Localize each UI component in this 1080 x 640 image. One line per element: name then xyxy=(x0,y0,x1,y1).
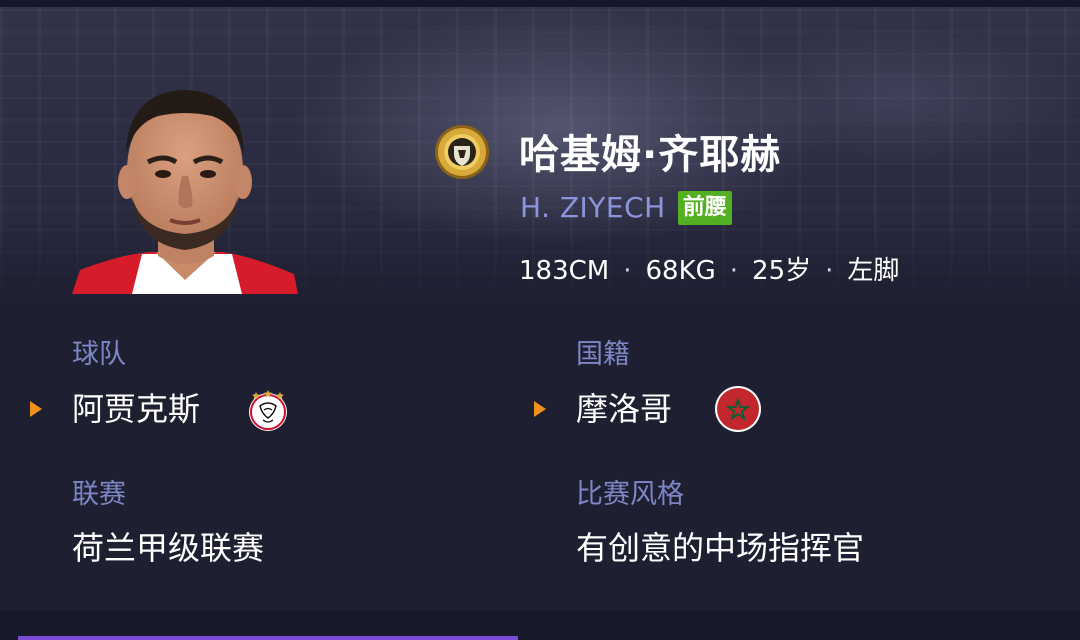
orange-arrow-icon xyxy=(534,401,546,417)
top-divider xyxy=(0,0,1080,7)
stats-separator: · xyxy=(623,256,632,286)
active-tab-indicator xyxy=(18,636,518,640)
player-foot: 左脚 xyxy=(847,256,900,286)
orange-arrow-icon xyxy=(30,401,42,417)
gold-tier-badge-icon xyxy=(435,125,489,179)
nationality-label: 国籍 xyxy=(576,339,630,370)
player-age: 25岁 xyxy=(752,256,812,286)
play-style-value: 有创意的中场指挥官 xyxy=(576,529,865,567)
player-stats-row: 183CM · 68KG · 25岁 · 左脚 xyxy=(519,254,899,288)
player-weight: 68KG xyxy=(645,256,716,286)
league-label: 联赛 xyxy=(72,479,126,510)
player-name-en: H. ZIYECH xyxy=(520,191,666,224)
team-value[interactable]: 阿贾克斯 xyxy=(72,389,200,429)
ajax-crest-icon[interactable] xyxy=(246,388,290,432)
morocco-flag-icon[interactable] xyxy=(714,385,762,433)
player-name-cn: 哈基姆·齐耶赫 xyxy=(519,132,782,178)
player-profile-card: 哈基姆·齐耶赫 H. ZIYECH 前腰 183CM · 68KG · 25岁 … xyxy=(0,0,1080,640)
player-portrait xyxy=(72,90,298,294)
nationality-value[interactable]: 摩洛哥 xyxy=(576,389,672,429)
team-label: 球队 xyxy=(72,339,126,370)
stats-separator: · xyxy=(825,256,834,286)
position-badge: 前腰 xyxy=(677,191,732,225)
stats-separator: · xyxy=(729,256,739,286)
league-value: 荷兰甲级联赛 xyxy=(72,529,265,567)
player-height: 183CM xyxy=(519,256,610,286)
english-name-row: H. ZIYECH 前腰 xyxy=(520,190,732,226)
play-style-label: 比赛风格 xyxy=(576,479,684,510)
